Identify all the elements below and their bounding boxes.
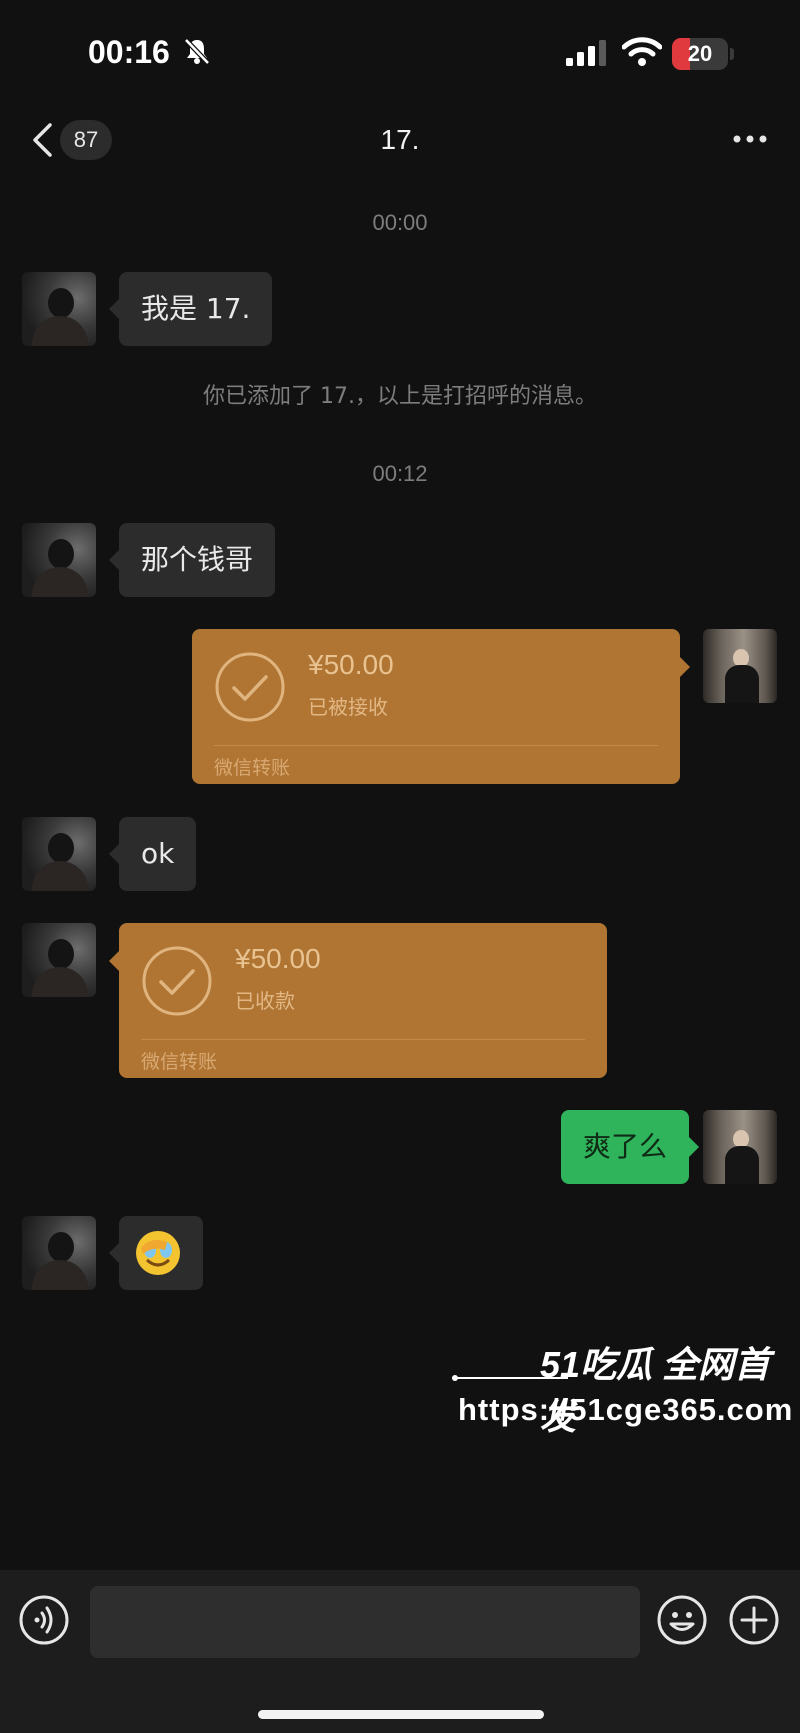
avatar-body — [32, 861, 88, 891]
message-bubble[interactable]: 爽了么 — [560, 1110, 700, 1184]
message-bubble[interactable]: ok — [108, 817, 197, 891]
avatar-body — [32, 967, 88, 997]
avatar-head — [48, 1232, 74, 1262]
avatar-head — [48, 939, 74, 969]
check-circle-icon — [142, 946, 212, 1016]
cellular-signal-icon — [566, 40, 606, 66]
unread-count-badge[interactable]: 87 — [60, 120, 112, 160]
transfer-card[interactable]: ¥50.00 已被接收 微信转账 — [192, 629, 690, 784]
contact-avatar[interactable] — [22, 1216, 96, 1290]
emoji-message[interactable] — [109, 1216, 203, 1290]
avatar-body — [725, 665, 759, 703]
smiley-icon[interactable] — [656, 1594, 708, 1646]
avatar-head — [48, 833, 74, 863]
contact-avatar[interactable] — [22, 523, 96, 597]
contact-avatar[interactable] — [22, 923, 96, 997]
contact-avatar[interactable] — [22, 272, 96, 346]
avatar-head — [48, 288, 74, 318]
transfer-status: 已被接收 — [308, 695, 388, 719]
transfer-footer: 微信转账 — [141, 1051, 218, 1073]
chat-title: 17. — [380, 124, 420, 155]
voice-icon[interactable] — [18, 1594, 70, 1646]
avatar-body — [725, 1146, 759, 1184]
avatar-head — [48, 539, 74, 569]
timestamp: 00:12 — [372, 461, 428, 486]
battery-percentage: 20 — [687, 41, 713, 66]
divider — [141, 1039, 585, 1040]
my-avatar[interactable] — [703, 1110, 777, 1184]
transfer-amount: ¥50.00 — [308, 649, 394, 680]
transfer-footer: 微信转账 — [214, 757, 291, 779]
timestamp: 00:00 — [372, 210, 428, 235]
chevron-left-icon[interactable] — [30, 122, 54, 158]
message-input[interactable] — [90, 1586, 640, 1658]
battery-indicator: 20 — [672, 38, 728, 70]
message-bubble[interactable]: 那个钱哥 — [108, 523, 276, 597]
system-message: 你已添加了 17.，以上是打招呼的消息。 — [203, 384, 597, 409]
transfer-status: 已收款 — [235, 989, 295, 1013]
plus-circle-icon[interactable] — [728, 1594, 780, 1646]
avatar-body — [32, 1260, 88, 1290]
face-with-hand-crying-icon — [136, 1231, 180, 1275]
contact-avatar[interactable] — [22, 817, 96, 891]
message-bubble[interactable]: 我是 17. — [108, 272, 273, 346]
divider — [214, 745, 658, 746]
my-avatar[interactable] — [703, 629, 777, 703]
watermark-url: https://51cge365.com — [458, 1392, 794, 1427]
watermark-circuit-line — [452, 1375, 568, 1381]
wifi-icon — [622, 37, 662, 66]
battery-tip — [730, 48, 734, 60]
ellipsis-icon[interactable] — [732, 134, 768, 144]
avatar-body — [32, 567, 88, 597]
transfer-card[interactable]: ¥50.00 已收款 微信转账 — [109, 923, 607, 1078]
home-indicator[interactable] — [258, 1710, 544, 1719]
bell-muted-icon — [184, 38, 210, 65]
transfer-amount: ¥50.00 — [235, 943, 321, 974]
avatar-body — [32, 316, 88, 346]
check-circle-icon — [215, 652, 285, 722]
status-time: 00:16 — [88, 34, 170, 70]
